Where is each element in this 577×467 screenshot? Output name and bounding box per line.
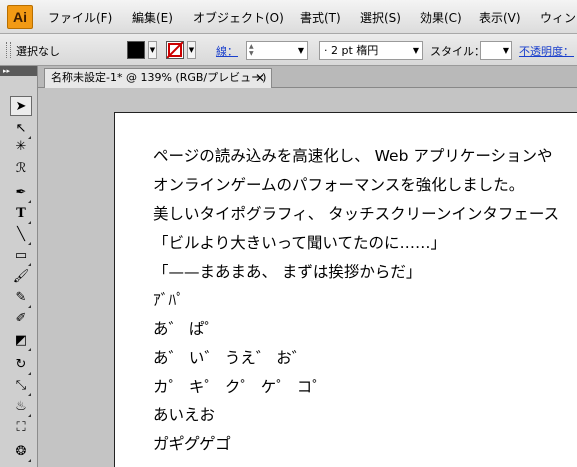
line-segment-icon: ╲	[17, 227, 25, 242]
free-transform-icon: ⛶	[16, 420, 26, 435]
brush-dropdown-icon[interactable]: ▼	[413, 42, 419, 59]
type-icon: T	[16, 206, 26, 221]
style-dropdown-icon[interactable]: ▼	[503, 42, 509, 59]
control-bar: 選択なし ▼ ▼ 線： ▲ ▼ ▼ · 2 pt 楕円 ▼ スタイル： ▼ 不透明…	[0, 34, 577, 66]
symbol-sprayer-icon: ❂	[15, 444, 27, 459]
blob-brush-icon: ✐	[15, 311, 27, 326]
stroke-weight-dropdown-icon[interactable]: ▼	[298, 42, 304, 59]
pencil-tool[interactable]: ✎	[10, 288, 32, 308]
app-logo[interactable]: Ai	[7, 5, 33, 29]
menu-object[interactable]: オブジェクト(O)	[193, 9, 284, 26]
close-icon[interactable]: ✕	[255, 69, 265, 87]
brush-definition-value: · 2 pt 楕円	[324, 44, 379, 57]
artboard[interactable]: ページの読み込みを高速化し、 Web アプリケーションや オンラインゲームのパフ…	[114, 112, 577, 467]
text-line[interactable]: ページの読み込みを高速化し、 Web アプリケーションや	[153, 144, 553, 166]
document-canvas[interactable]: ページの読み込みを高速化し、 Web アプリケーションや オンラインゲームのパフ…	[38, 88, 577, 467]
menu-file[interactable]: ファイル(F)	[48, 9, 112, 26]
stroke-weight-label[interactable]: 線：	[216, 43, 238, 59]
control-bar-grip[interactable]	[6, 42, 11, 58]
brush-definition-field[interactable]: · 2 pt 楕円 ▼	[319, 41, 423, 60]
none-stroke-icon	[167, 42, 183, 58]
menu-bar: Ai ファイル(F) 編集(E) オブジェクト(O) 書式(T) 選択(S) 効…	[0, 0, 577, 34]
lasso-tool[interactable]: ℛ	[10, 159, 32, 179]
pen-tool[interactable]: ✒	[10, 183, 32, 203]
stroke-stepper-icon[interactable]: ▲ ▼	[249, 43, 254, 57]
menu-effect[interactable]: 効果(C)	[420, 9, 462, 26]
text-line[interactable]: ｱﾞﾊﾟ	[153, 288, 184, 310]
rectangle-tool[interactable]: ▭	[10, 246, 32, 266]
menu-select[interactable]: 選択(S)	[360, 9, 401, 26]
type-tool[interactable]: T	[10, 204, 32, 224]
menu-view[interactable]: 表示(V)	[479, 9, 521, 26]
lasso-icon: ℛ	[15, 161, 27, 176]
stroke-dropdown-arrow[interactable]: ▼	[187, 41, 196, 59]
text-line[interactable]: 美しいタイポグラフィ、 タッチスクリーンインタフェース	[153, 202, 559, 224]
text-line[interactable]: 「ビルより大きいって聞いてたのに……」	[153, 231, 446, 253]
menu-window[interactable]: ウィン	[540, 9, 576, 26]
eraser-tool[interactable]: ◩	[10, 331, 32, 351]
symbol-sprayer-tool[interactable]: ❂	[10, 442, 32, 462]
style-label: スタイル：	[430, 45, 485, 58]
menu-edit[interactable]: 編集(E)	[132, 9, 173, 26]
direct-selection-tool[interactable]: ↖	[10, 119, 32, 139]
rotate-icon: ↻	[15, 357, 27, 372]
warp-icon: ♨	[15, 399, 27, 414]
pencil-icon: ✎	[15, 290, 27, 305]
document-tab[interactable]: 名称未設定-1* @ 139% (RGB/プレビュー) ✕	[44, 68, 272, 88]
free-transform-tool[interactable]: ⛶	[10, 418, 32, 438]
paintbrush-tool[interactable]: 🖌	[10, 267, 32, 287]
eraser-icon: ◩	[14, 333, 28, 348]
text-line[interactable]: カ゚キ゚ク゚ケ゚コ゚	[153, 432, 231, 454]
style-picker[interactable]: ▼	[480, 41, 512, 60]
tools-panel-header[interactable]: ▸▸	[0, 66, 37, 76]
warp-tool[interactable]: ♨	[10, 397, 32, 417]
selection-tool-icon: ➤	[15, 99, 27, 114]
document-tab-title: 名称未設定-1* @ 139% (RGB/プレビュー)	[51, 71, 267, 84]
line-tool[interactable]: ╲	[10, 225, 32, 245]
tools-panel: ▸▸ ➤ ↖ ✳ ℛ ✒ T ╲ ▭ 🖌 ✎ ✐ ◩ ↻ ⤡ ♨ ⛶ ❂	[0, 66, 38, 467]
fill-dropdown-arrow[interactable]: ▼	[148, 41, 157, 59]
fill-swatch[interactable]	[127, 41, 145, 59]
selection-status: 選択なし	[16, 45, 60, 58]
scale-icon: ⤡	[15, 378, 27, 393]
magic-wand-icon: ✳	[15, 139, 27, 154]
stroke-swatch[interactable]	[166, 41, 184, 59]
rectangle-icon: ▭	[14, 248, 28, 263]
blob-brush-tool[interactable]: ✐	[10, 309, 32, 329]
direct-selection-icon: ↖	[15, 121, 27, 136]
text-line[interactable]: あ゛ い゛ うえ゛ お゛	[153, 346, 307, 368]
stroke-weight-field[interactable]: ▲ ▼ ▼	[246, 41, 308, 60]
opacity-label[interactable]: 不透明度：	[519, 43, 574, 59]
document-tab-strip: 名称未設定-1* @ 139% (RGB/プレビュー) ✕	[0, 66, 577, 88]
rotate-tool[interactable]: ↻	[10, 355, 32, 375]
magic-wand-tool[interactable]: ✳	[10, 137, 32, 157]
pen-icon: ✒	[15, 185, 27, 200]
text-line[interactable]: あいえお	[153, 403, 215, 425]
text-line[interactable]: カ゜ キ゜ ク゜ ケ゜ コ゜	[153, 375, 328, 397]
text-line[interactable]: 「——まあまあ、 まずは挨拶からだ」	[153, 260, 421, 282]
text-line[interactable]: あ゛ ぱ゜	[153, 317, 220, 339]
text-line[interactable]: オンラインゲームのパフォーマンスを強化しました。	[153, 173, 524, 195]
selection-tool[interactable]: ➤	[10, 96, 32, 116]
scale-tool[interactable]: ⤡	[10, 376, 32, 396]
paintbrush-icon: 🖌	[12, 269, 30, 284]
menu-type[interactable]: 書式(T)	[300, 9, 341, 26]
